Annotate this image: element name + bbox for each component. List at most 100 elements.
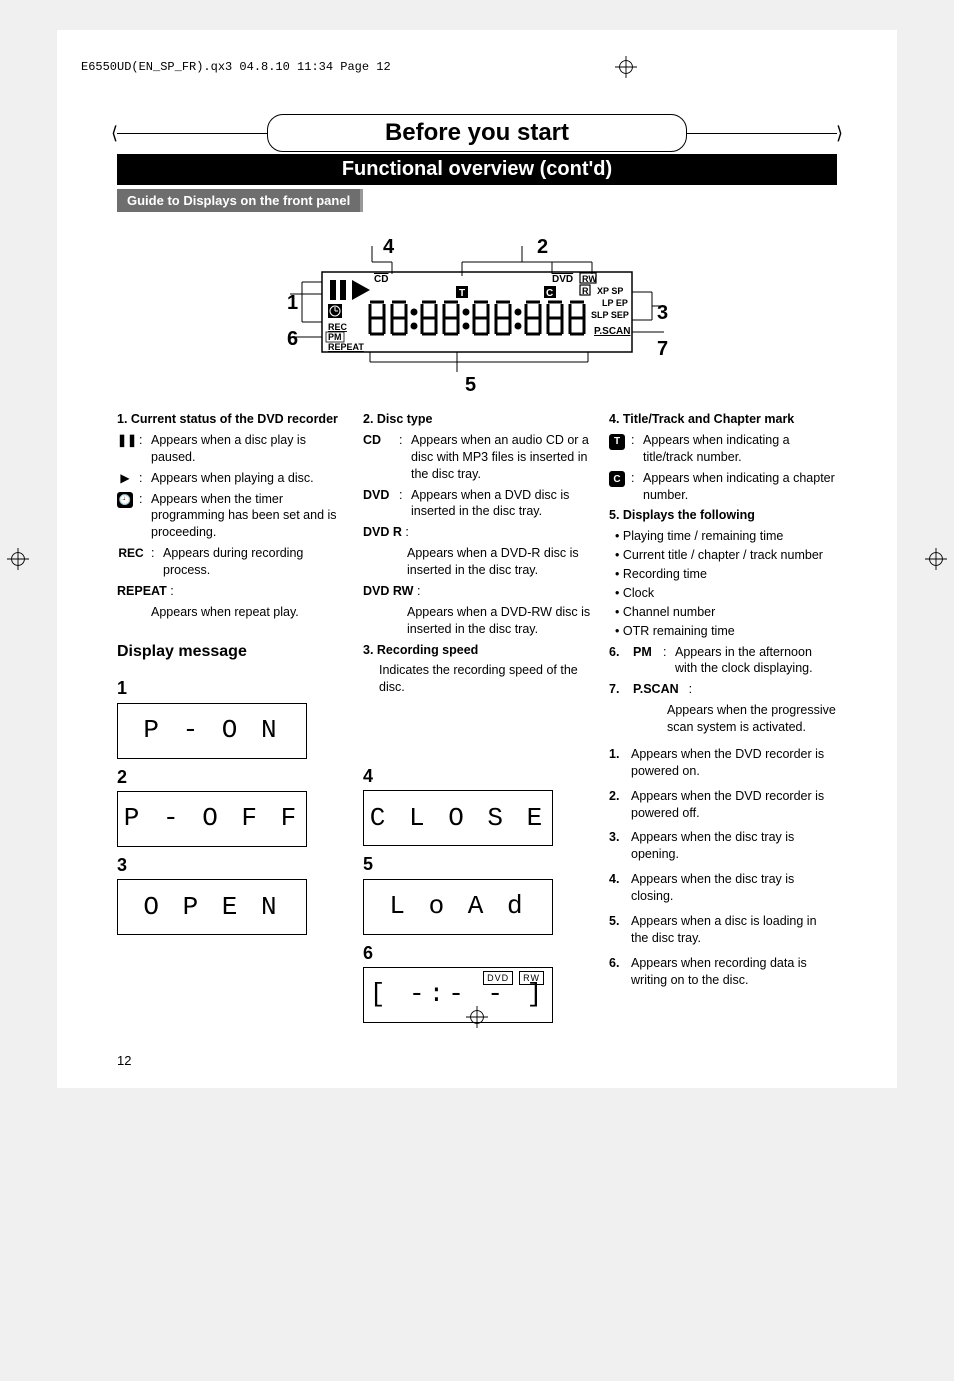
c-icon: C bbox=[609, 470, 625, 484]
colon: : bbox=[417, 584, 420, 598]
dvd-r-label: DVD R bbox=[363, 525, 402, 539]
svg-text:LP EP: LP EP bbox=[602, 298, 628, 308]
print-header: E6550UD(EN_SP_FR).qx3 04.8.10 11:34 Page… bbox=[57, 60, 897, 114]
svg-text:REC: REC bbox=[328, 322, 348, 332]
t-text: Appears when indicating a title/track nu… bbox=[643, 432, 837, 466]
heading-5: 5. Displays the following bbox=[609, 507, 837, 524]
column-2: 2. Disc type CD : Appears when an audio … bbox=[363, 411, 591, 1023]
t-icon: T bbox=[609, 432, 625, 446]
rt5: Appears when a disc is loading in the di… bbox=[631, 913, 837, 947]
rec-label: REC bbox=[117, 545, 145, 559]
msg-num-5: 5 bbox=[363, 852, 553, 876]
heading-2: 2. Disc type bbox=[363, 411, 591, 428]
lcd-1: P - O N bbox=[117, 703, 307, 759]
title-row: ⟨ Before you start ⟩ bbox=[117, 114, 837, 152]
colon: : bbox=[139, 491, 145, 542]
rn2: 2. bbox=[609, 788, 625, 822]
colon: : bbox=[405, 525, 408, 539]
h6-num: 6. bbox=[609, 644, 627, 678]
section-bar: Functional overview (cont'd) bbox=[117, 154, 837, 185]
heading-1: 1. Current status of the DVD recorder bbox=[117, 411, 345, 428]
bullet: Clock bbox=[615, 585, 837, 602]
lcd-2: P - O F F bbox=[117, 791, 307, 847]
rt6: Appears when recording data is writing o… bbox=[631, 955, 837, 989]
dvd-rw-text: Appears when a DVD-RW disc is inserted i… bbox=[363, 604, 591, 638]
pscan-text: Appears when the progressive scan system… bbox=[609, 702, 837, 736]
bullet: Playing time / remaining time bbox=[615, 528, 837, 545]
lcd-5: L o A d bbox=[363, 879, 553, 935]
colon: : bbox=[663, 644, 669, 678]
rec-text: Appears during recording process. bbox=[163, 545, 345, 579]
pause-text: Appears when a disc play is paused. bbox=[151, 432, 345, 466]
rn1: 1. bbox=[609, 746, 625, 780]
callout-2: 2 bbox=[537, 236, 548, 259]
pm-text: Appears in the afternoon with the clock … bbox=[675, 644, 837, 678]
dvd-rw-label: DVD RW bbox=[363, 584, 413, 598]
lcd6-rw: RW bbox=[519, 971, 544, 985]
page-title: Before you start bbox=[267, 114, 687, 152]
registration-mark-right-icon bbox=[925, 548, 947, 570]
chevron-right-icon: ⟩ bbox=[836, 125, 843, 141]
pm-label: PM bbox=[633, 644, 657, 678]
callout-5: 5 bbox=[465, 374, 476, 397]
cd-text: Appears when an audio CD or a disc with … bbox=[411, 432, 591, 483]
colon: : bbox=[151, 545, 157, 579]
heading-3: 3. Recording speed bbox=[363, 642, 591, 659]
page-number: 12 bbox=[117, 1023, 837, 1068]
registration-mark-bottom-icon bbox=[466, 1006, 488, 1028]
dvd-label: DVD bbox=[363, 487, 393, 521]
msg-num-1: 1 bbox=[117, 676, 307, 700]
cd-label: CD bbox=[363, 432, 393, 483]
display-message-title: Display message bbox=[117, 641, 345, 663]
rn3: 3. bbox=[609, 829, 625, 863]
front-panel-diagram: 4 2 1 3 6 7 5 REC PM REPEAT bbox=[117, 232, 837, 397]
colon: : bbox=[139, 432, 145, 466]
svg-text:T: T bbox=[459, 288, 465, 299]
bullet: Channel number bbox=[615, 604, 837, 621]
registration-mark-left-icon bbox=[7, 548, 29, 570]
repeat-label: REPEAT bbox=[117, 584, 167, 598]
svg-text:XP SP: XP SP bbox=[597, 286, 623, 296]
rt4: Appears when the disc tray is closing. bbox=[631, 871, 837, 905]
recspeed-text: Indicates the recording speed of the dis… bbox=[363, 662, 591, 696]
dvd-text: Appears when a DVD disc is inserted in t… bbox=[411, 487, 591, 521]
colon: : bbox=[689, 681, 692, 698]
colon: : bbox=[631, 432, 637, 466]
callout-1: 1 bbox=[287, 292, 298, 315]
svg-text:P.SCAN: P.SCAN bbox=[594, 326, 631, 337]
right-numbered-list: 1.Appears when the DVD recorder is power… bbox=[609, 746, 837, 989]
dvd-r-text: Appears when a DVD-R disc is inserted in… bbox=[363, 545, 591, 579]
rt1: Appears when the DVD recorder is powered… bbox=[631, 746, 837, 780]
play-text: Appears when playing a disc. bbox=[151, 470, 314, 487]
pause-icon: ❚❚ bbox=[117, 432, 133, 446]
bullet: Current title / chapter / track number bbox=[615, 547, 837, 564]
msg-num-2: 2 bbox=[117, 765, 307, 789]
svg-text:CD: CD bbox=[374, 274, 388, 285]
rn6: 6. bbox=[609, 955, 625, 989]
callout-6: 6 bbox=[287, 328, 298, 351]
svg-text:REPEAT: REPEAT bbox=[328, 342, 364, 352]
bullet: Recording time bbox=[615, 566, 837, 583]
callout-3: 3 bbox=[657, 302, 668, 325]
msg-num-3: 3 bbox=[117, 853, 307, 877]
h7-num: 7. bbox=[609, 681, 627, 698]
registration-mark-icon bbox=[615, 56, 637, 78]
svg-text:DVD: DVD bbox=[552, 274, 573, 285]
rn4: 4. bbox=[609, 871, 625, 905]
lcd-4: C L O S E bbox=[363, 790, 553, 846]
callout-4: 4 bbox=[383, 236, 394, 259]
svg-text:SLP SEP: SLP SEP bbox=[591, 310, 629, 320]
svg-text:PM: PM bbox=[328, 332, 342, 342]
callout-7: 7 bbox=[657, 338, 668, 361]
lcd6-dvd: DVD bbox=[483, 971, 513, 985]
rt3: Appears when the disc tray is opening. bbox=[631, 829, 837, 863]
svg-text:C: C bbox=[546, 288, 553, 299]
lcd-3: O P E N bbox=[117, 879, 307, 935]
lcd-6: DVDRW [ -:- - ] bbox=[363, 967, 553, 1023]
msg-num-4: 4 bbox=[363, 764, 553, 788]
play-icon: ▶ bbox=[117, 470, 133, 484]
svg-text:RW: RW bbox=[582, 274, 597, 284]
svg-text:R: R bbox=[582, 286, 589, 296]
rt2: Appears when the DVD recorder is powered… bbox=[631, 788, 837, 822]
colon: : bbox=[139, 470, 145, 487]
